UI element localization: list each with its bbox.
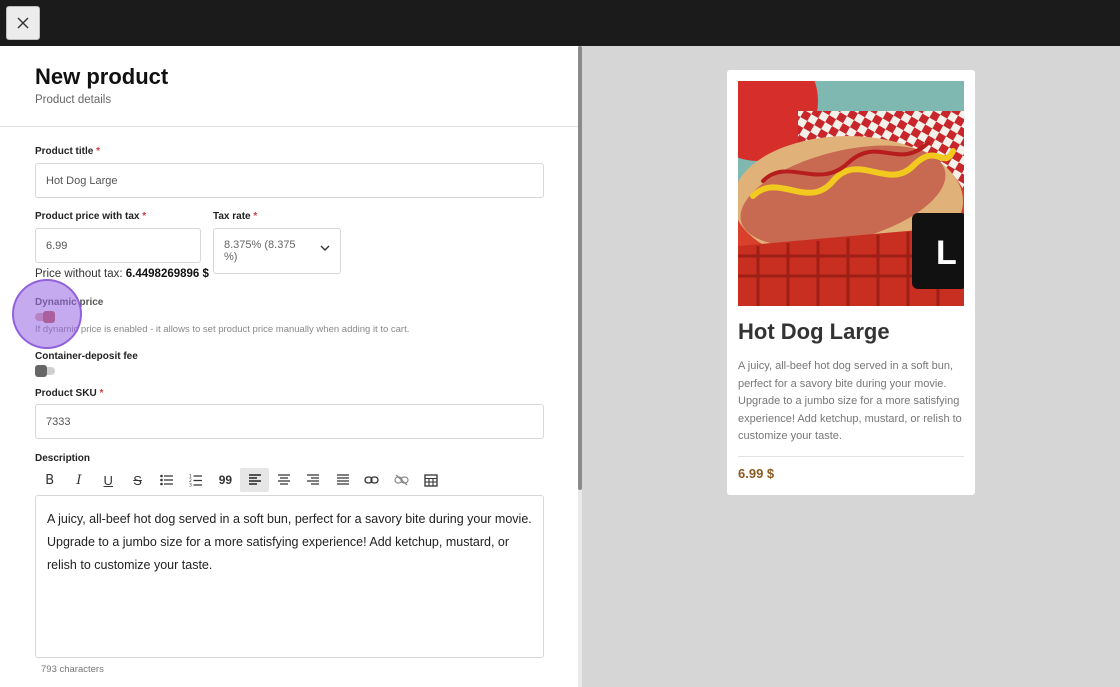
preview-price: 6.99 $ — [738, 466, 775, 481]
close-icon — [17, 17, 29, 29]
preview-title: Hot Dog Large — [738, 319, 890, 344]
link-button[interactable] — [357, 468, 386, 492]
container-fee-toggle[interactable] — [35, 365, 55, 377]
close-button[interactable] — [6, 6, 40, 40]
size-badge: L — [936, 234, 957, 272]
bold-button[interactable]: B — [35, 468, 64, 492]
product-form-panel: New product Product details Product titl… — [0, 46, 579, 687]
underline-button[interactable]: U — [94, 468, 123, 492]
link-icon — [364, 476, 380, 484]
bold-icon: B — [45, 472, 55, 488]
unlink-icon — [394, 474, 409, 486]
price-without-tax: Price without tax: 6.4498269896 $ — [35, 268, 209, 280]
align-center-icon — [278, 474, 291, 485]
strikethrough-button[interactable]: S — [123, 468, 152, 492]
top-bar — [0, 0, 1120, 46]
editor-toolbar: B I U S 123 99 — [35, 468, 445, 492]
italic-button[interactable]: I — [64, 468, 93, 492]
strikethrough-icon: S — [133, 472, 142, 488]
preview-divider — [738, 456, 964, 457]
blockquote-icon: 99 — [218, 473, 233, 487]
product-sku-input[interactable]: 7333 — [35, 404, 544, 439]
bullet-list-icon — [160, 474, 173, 486]
container-fee-label: Container-deposit fee — [35, 351, 138, 362]
description-label: Description — [35, 453, 91, 464]
svg-text:3: 3 — [189, 483, 192, 488]
product-preview-card: L Hot Dog Large A juicy, all-beef hot do… — [727, 70, 975, 495]
unlink-button[interactable] — [387, 468, 416, 492]
blockquote-button[interactable]: 99 — [211, 468, 240, 492]
italic-icon: I — [76, 472, 82, 488]
product-price-input[interactable]: 6.99 — [35, 228, 201, 263]
chevron-down-icon — [320, 245, 330, 251]
click-indicator — [12, 279, 82, 349]
page-subtitle: Product details — [35, 94, 112, 106]
tax-rate-value: 8.375% (8.375 %) — [224, 239, 296, 263]
product-price-label: Product price with tax * — [35, 211, 147, 222]
dynamic-price-hint: If dynamic price is enabled - it allows … — [35, 324, 410, 335]
align-right-icon — [307, 474, 320, 485]
numbered-list-icon: 123 — [189, 474, 203, 488]
align-justify-button[interactable] — [328, 468, 357, 492]
product-image: L — [738, 81, 964, 306]
product-sku-label: Product SKU * — [35, 388, 104, 399]
table-icon — [423, 473, 438, 487]
character-count: 793 characters — [41, 664, 104, 675]
page-title: New product — [35, 64, 169, 89]
scrollbar-thumb[interactable] — [578, 46, 582, 490]
product-title-label: Product title * — [35, 146, 101, 157]
tax-rate-select[interactable]: 8.375% (8.375 %) — [213, 228, 341, 274]
align-center-button[interactable] — [269, 468, 298, 492]
description-editor[interactable]: A juicy, all-beef hot dog served in a so… — [35, 495, 544, 658]
align-right-button[interactable] — [299, 468, 328, 492]
bullet-list-button[interactable] — [152, 468, 181, 492]
numbered-list-button[interactable]: 123 — [181, 468, 210, 492]
table-button[interactable] — [416, 468, 445, 492]
tax-rate-label: Tax rate * — [213, 211, 258, 222]
align-left-icon — [248, 474, 261, 485]
align-justify-icon — [336, 474, 349, 485]
preview-description: A juicy, all-beef hot dog served in a so… — [738, 360, 962, 442]
form-header: New product Product details — [0, 46, 579, 127]
product-title-input[interactable]: Hot Dog Large — [35, 163, 544, 198]
align-left-button[interactable] — [240, 468, 270, 492]
underline-icon: U — [103, 472, 113, 488]
